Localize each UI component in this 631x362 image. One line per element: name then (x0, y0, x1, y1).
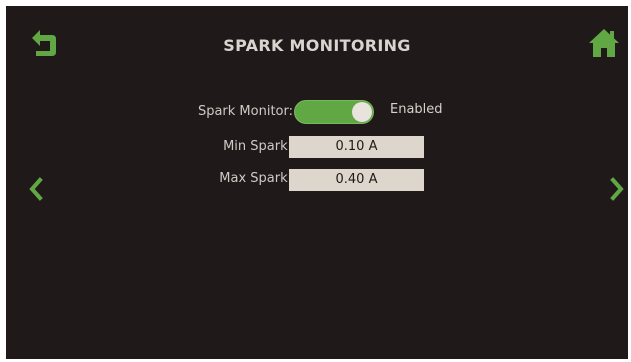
toggle-knob (352, 102, 372, 122)
max-spark-label: Max Spark: (219, 171, 292, 186)
spark-monitor-toggle[interactable] (294, 100, 374, 124)
page-title: SPARK MONITORING (223, 36, 411, 55)
min-spark-field[interactable]: 0.10 A (289, 136, 424, 158)
chevron-right-icon[interactable] (607, 176, 627, 202)
spark-monitor-label: Spark Monitor: (197, 104, 293, 119)
min-spark-label: Min Spark: (223, 139, 292, 154)
spark-monitoring-screen: SPARK MONITORING Spark Monitor: Enabled … (6, 6, 628, 359)
home-icon[interactable] (588, 27, 620, 59)
max-spark-field[interactable]: 0.40 A (289, 169, 424, 191)
chevron-left-icon[interactable] (26, 176, 46, 202)
spark-monitor-status: Enabled (390, 102, 443, 117)
